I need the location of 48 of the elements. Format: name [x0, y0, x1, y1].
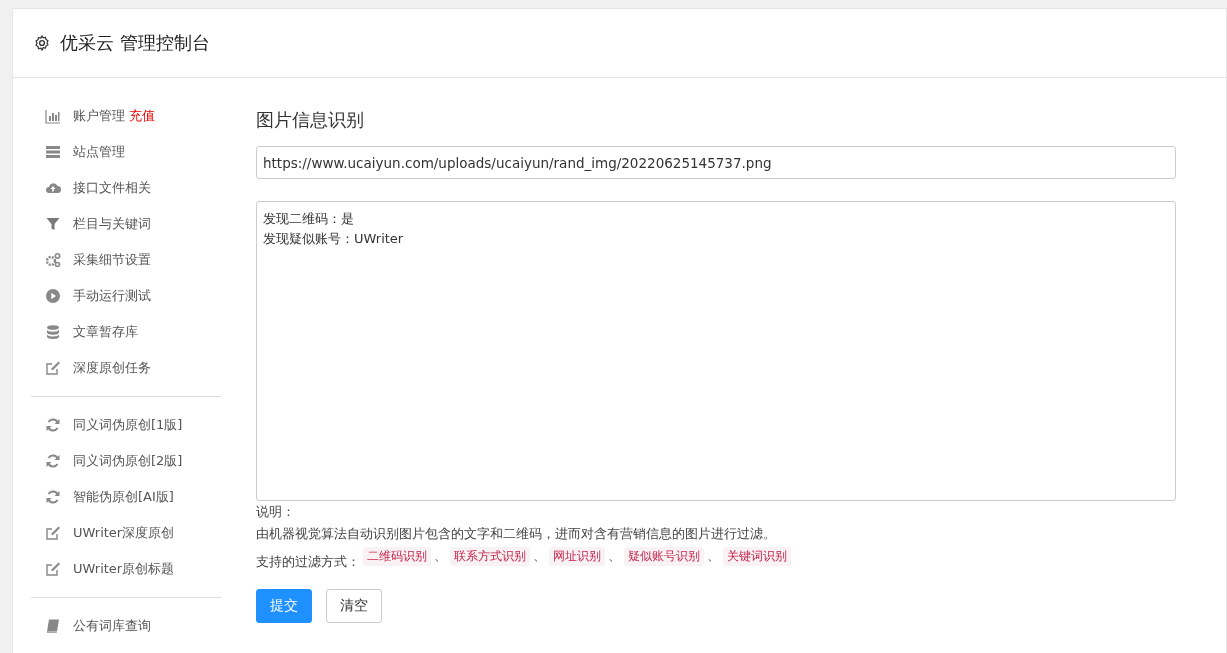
notes-label: 说明：: [256, 503, 296, 521]
sidebar-item[interactable]: UWriter原创标题: [73, 560, 175, 578]
sidebar-item[interactable]: 同义词伪原创[2版]: [73, 452, 183, 470]
console-title: 优采云 管理控制台: [60, 31, 210, 55]
sidebar-item[interactable]: 账户管理: [73, 107, 125, 125]
edit-icon: [45, 561, 61, 577]
play-icon: [45, 288, 61, 304]
edit-icon: [45, 525, 61, 541]
sidebar-item[interactable]: 文章暂存库: [73, 323, 138, 341]
separator: 、: [707, 547, 720, 565]
sidebar-item[interactable]: 栏目与关键词: [73, 215, 151, 233]
cloud-upload-icon: [45, 180, 61, 196]
description-text: 由机器视觉算法自动识别图片包含的文字和二维码，进而对含有营销信息的图片进行过滤。: [256, 525, 777, 543]
recharge-link[interactable]: 充值: [129, 107, 155, 125]
settings-icon: [33, 34, 51, 52]
server-icon: [45, 144, 61, 160]
refresh-icon: [45, 417, 61, 433]
sidebar-item[interactable]: 接口文件相关: [73, 179, 151, 197]
methods-label: 支持的过滤方式：: [256, 553, 360, 571]
database-icon: [45, 324, 61, 340]
section-heading: 图片信息识别: [256, 108, 365, 132]
bar-chart-icon: [45, 108, 61, 124]
sidebar-item[interactable]: 智能伪原创[AI版]: [73, 488, 174, 506]
filter-icon: [45, 216, 61, 232]
clear-button[interactable]: 清空: [326, 589, 382, 623]
sidebar-item[interactable]: 手动运行测试: [73, 287, 151, 305]
refresh-icon: [45, 489, 61, 505]
separator: 、: [434, 547, 447, 565]
sidebar-item[interactable]: 深度原创任务: [73, 359, 151, 377]
url-field[interactable]: https://www.ucaiyun.com/uploads/ucaiyun/rand_img/20220625145737.png: [256, 146, 1176, 179]
method-tag: 关键词识别: [723, 546, 791, 566]
sidebar-item[interactable]: 同义词伪原创[1版]: [73, 416, 183, 434]
book-icon: [45, 618, 61, 634]
refresh-icon: [45, 453, 61, 469]
sidebar-item[interactable]: 公有词库查询: [73, 617, 151, 635]
sidebar-item[interactable]: 站点管理: [73, 143, 125, 161]
method-tag: 网址识别: [549, 546, 605, 566]
separator: 、: [608, 547, 621, 565]
separator: 、: [533, 547, 546, 565]
sidebar-item[interactable]: UWriter深度原创: [73, 524, 175, 542]
result-textarea[interactable]: 发现二维码：是 发现疑似账号：UWriter: [256, 201, 1176, 501]
result-line: 发现疑似账号：UWriter: [263, 230, 405, 248]
result-line: 发现二维码：是: [263, 210, 355, 228]
edit-icon: [45, 360, 61, 376]
sidebar-item[interactable]: 采集细节设置: [73, 251, 151, 269]
method-tag: 联系方式识别: [450, 546, 530, 566]
method-tag: 疑似账号识别: [624, 546, 704, 566]
method-tag: 二维码识别: [363, 546, 431, 566]
